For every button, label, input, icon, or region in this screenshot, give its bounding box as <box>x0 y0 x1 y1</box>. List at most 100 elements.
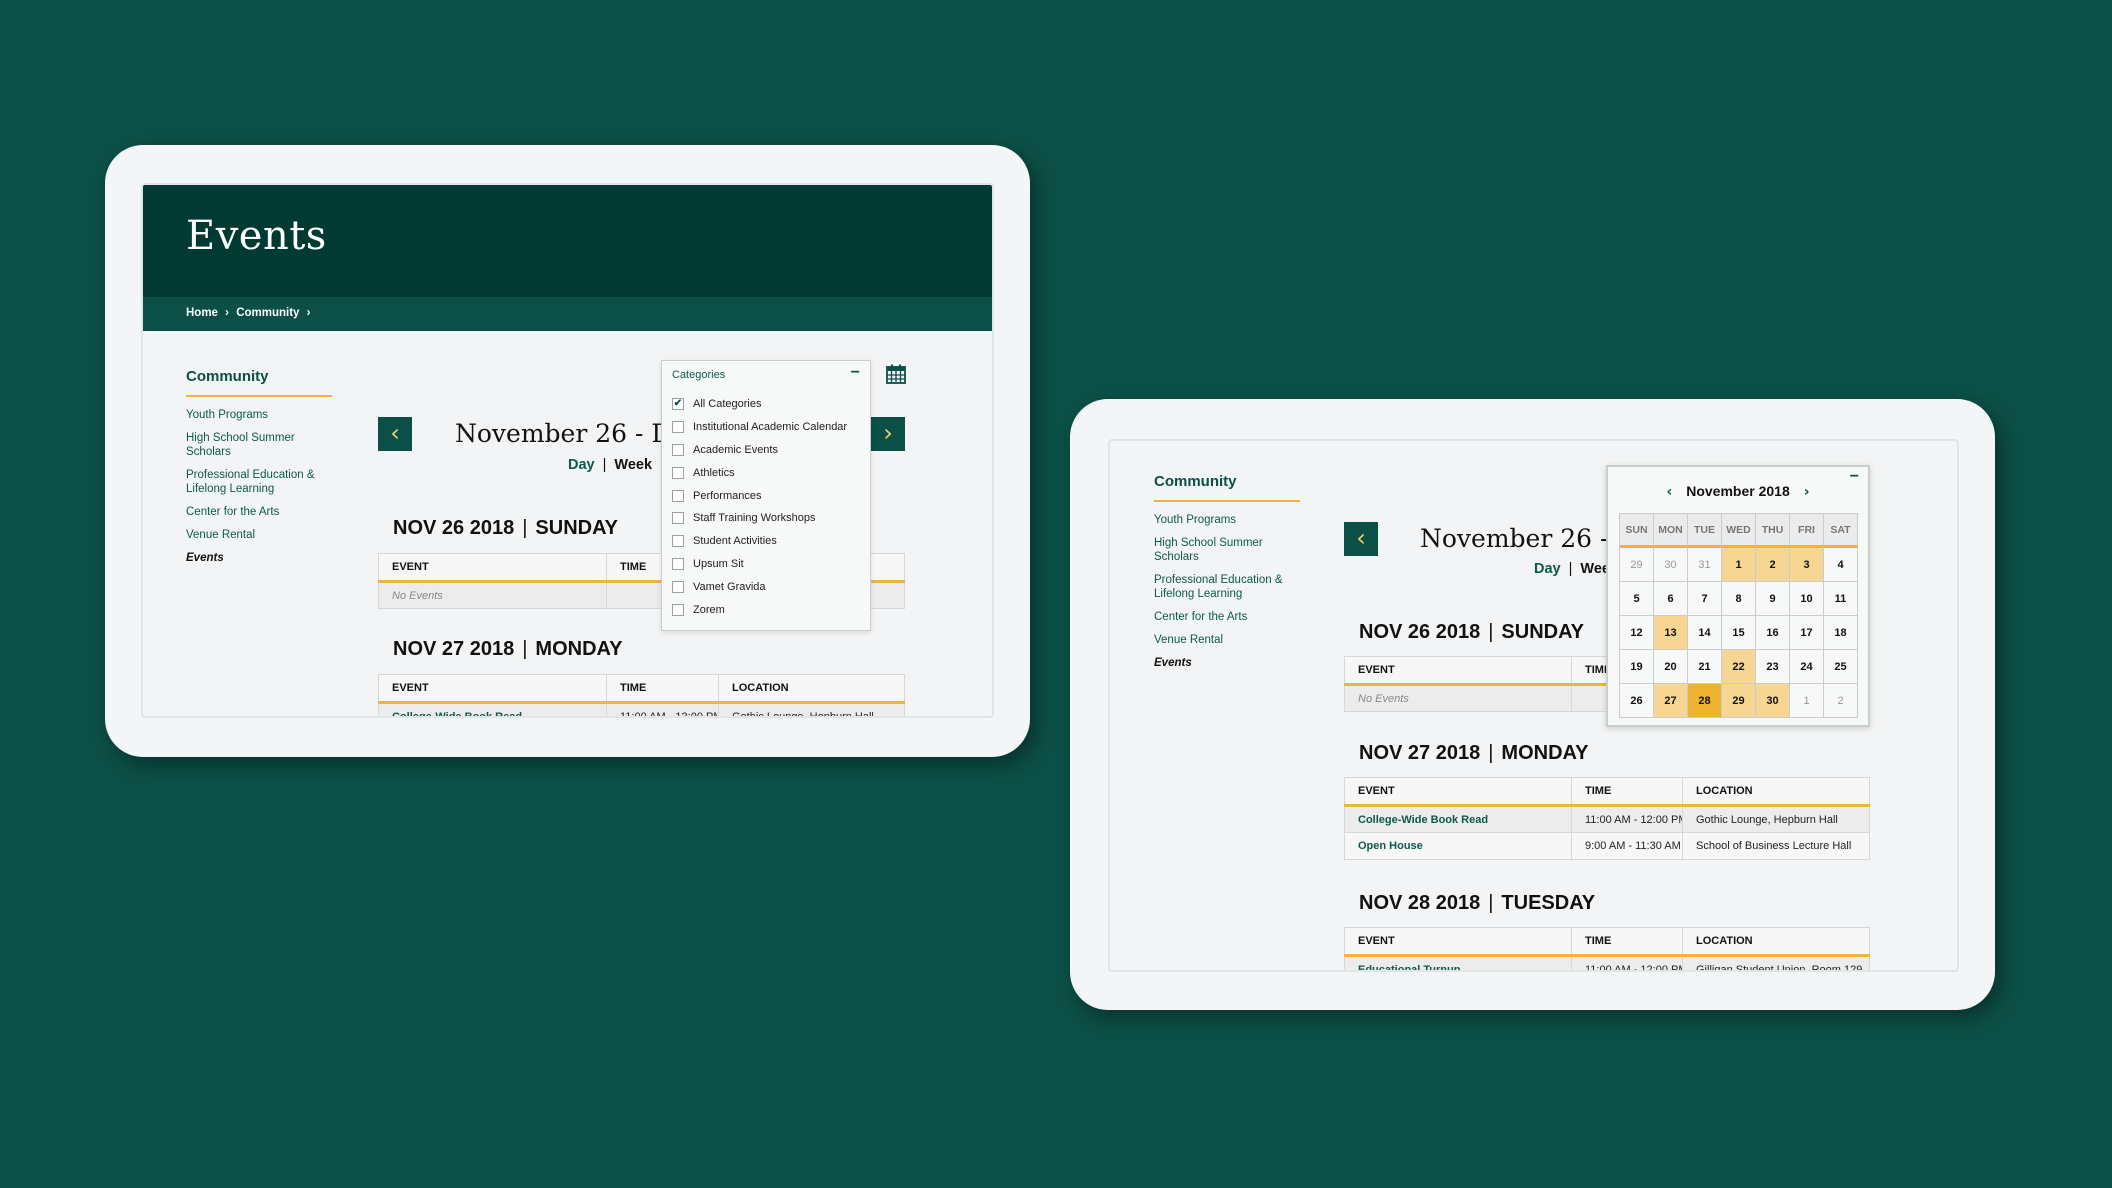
view-week-link[interactable]: Week <box>614 457 652 473</box>
calendar-day[interactable]: 6 <box>1654 582 1688 616</box>
event-link[interactable]: Open House <box>1344 832 1572 860</box>
calendar-day[interactable]: 20 <box>1654 650 1688 684</box>
sidebar-item-events[interactable]: Events <box>186 551 332 565</box>
calendar-day[interactable]: 23 <box>1756 650 1790 684</box>
calendar-day[interactable]: 10 <box>1790 582 1824 616</box>
view-day-link[interactable]: Day <box>1534 561 1561 577</box>
calendar-day[interactable]: 8 <box>1722 582 1756 616</box>
day-heading: NOV 28 2018 | TUESDAY <box>1359 892 1595 915</box>
calendar-day[interactable]: 14 <box>1688 616 1722 650</box>
next-month-icon[interactable]: › <box>1804 484 1810 500</box>
calendar-day[interactable]: 1 <box>1790 684 1824 718</box>
calendar-day[interactable]: 31 <box>1688 548 1722 582</box>
event-link[interactable]: College-Wide Book Read <box>378 702 607 716</box>
breadcrumb-community[interactable]: Community <box>236 307 299 319</box>
sidebar-heading[interactable]: Community <box>186 368 332 397</box>
calendar-day[interactable]: 26 <box>1620 684 1654 718</box>
sidebar-item-venue-rental[interactable]: Venue Rental <box>1154 633 1300 647</box>
category-option[interactable]: Institutional Academic Calendar <box>672 416 847 439</box>
category-option[interactable]: Zorem <box>672 598 847 621</box>
events-table: EVENT TIME LOCATION College-Wide Book Re… <box>378 674 905 716</box>
checkbox-icon[interactable] <box>672 466 684 479</box>
calendar-day-with-events[interactable]: 29 <box>1722 684 1756 718</box>
checkbox-icon[interactable] <box>672 512 684 525</box>
breadcrumb-home[interactable]: Home <box>186 307 218 319</box>
calendar-day[interactable]: 9 <box>1756 582 1790 616</box>
category-option[interactable]: Staff Training Workshops <box>672 507 847 530</box>
calendar-day[interactable]: 24 <box>1790 650 1824 684</box>
calendar-icon[interactable] <box>886 364 906 384</box>
sidebar-item-center-for-arts[interactable]: Center for the Arts <box>1154 610 1300 624</box>
checkbox-checked-icon[interactable]: ✔ <box>672 398 684 411</box>
day-weekday: SUNDAY <box>535 517 619 539</box>
calendar-day-with-events[interactable]: 3 <box>1790 548 1824 582</box>
sidebar-item-summer-scholars[interactable]: High School Summer Scholars <box>1154 536 1300 564</box>
category-label: Student Activities <box>693 535 777 548</box>
collapse-icon[interactable]: − <box>851 364 860 382</box>
event-link[interactable]: College-Wide Book Read <box>1344 805 1572 833</box>
column-event: EVENT <box>378 553 607 583</box>
calendar-day[interactable]: 30 <box>1654 548 1688 582</box>
calendar-day[interactable]: 15 <box>1722 616 1756 650</box>
column-location: LOCATION <box>718 674 905 704</box>
calendar-day[interactable]: 19 <box>1620 650 1654 684</box>
calendar-day[interactable]: 17 <box>1790 616 1824 650</box>
table-header-row: EVENT TIME LOCATION <box>1344 777 1870 807</box>
sidebar-heading[interactable]: Community <box>1154 473 1300 502</box>
category-option[interactable]: Student Activities <box>672 530 847 553</box>
category-option[interactable]: Academic Events <box>672 439 847 462</box>
checkbox-icon[interactable] <box>672 443 684 456</box>
calendar-day[interactable]: 16 <box>1756 616 1790 650</box>
calendar-day[interactable]: 5 <box>1620 582 1654 616</box>
sidebar-item-youth-programs[interactable]: Youth Programs <box>1154 513 1300 527</box>
checkbox-icon[interactable] <box>672 535 684 548</box>
calendar-day[interactable]: 4 <box>1824 548 1858 582</box>
calendar-day-with-events[interactable]: 30 <box>1756 684 1790 718</box>
calendar-day-with-events[interactable]: 2 <box>1756 548 1790 582</box>
sidebar-item-professional-education[interactable]: Professional Education & Lifelong Learni… <box>1154 573 1300 601</box>
category-option[interactable]: Performances <box>672 484 847 507</box>
time-cell: 11:00 AM - 12:00 PM <box>606 702 719 716</box>
calendar-day-with-events[interactable]: 27 <box>1654 684 1688 718</box>
category-option[interactable]: Upsum Sit <box>672 553 847 576</box>
checkbox-icon[interactable] <box>672 603 684 616</box>
checkbox-icon[interactable] <box>672 489 684 502</box>
calendar-day[interactable]: 25 <box>1824 650 1858 684</box>
sidebar-item-youth-programs[interactable]: Youth Programs <box>186 408 332 422</box>
calendar-day[interactable]: 29 <box>1620 548 1654 582</box>
time-cell: 9:00 AM - 11:30 AM <box>1571 832 1683 860</box>
weekday-header: TUE <box>1688 514 1722 548</box>
checkbox-icon[interactable] <box>672 557 684 570</box>
calendar-day[interactable]: 7 <box>1688 582 1722 616</box>
calendar-day-with-events[interactable]: 1 <box>1722 548 1756 582</box>
checkbox-icon[interactable] <box>672 580 684 593</box>
calendar-day[interactable]: 12 <box>1620 616 1654 650</box>
calendar-day-with-events[interactable]: 13 <box>1654 616 1688 650</box>
calendar-day-with-events[interactable]: 22 <box>1722 650 1756 684</box>
day-date: NOV 27 2018 <box>393 638 515 660</box>
column-event: EVENT <box>1344 656 1572 686</box>
prev-week-button[interactable]: ‹ <box>1344 522 1378 556</box>
next-week-button[interactable]: › <box>871 417 905 451</box>
calendar-day-selected[interactable]: 28 <box>1688 684 1722 718</box>
view-day-link[interactable]: Day <box>568 457 595 473</box>
sidebar-item-events[interactable]: Events <box>1154 656 1300 670</box>
sidebar-item-center-for-arts[interactable]: Center for the Arts <box>186 505 332 519</box>
calendar-day[interactable]: 2 <box>1824 684 1858 718</box>
column-event: EVENT <box>1344 927 1572 957</box>
category-option[interactable]: ✔ All Categories <box>672 393 847 416</box>
prev-month-icon[interactable]: ‹ <box>1666 484 1672 500</box>
sidebar-item-venue-rental[interactable]: Venue Rental <box>186 528 332 542</box>
category-option[interactable]: Athletics <box>672 461 847 484</box>
prev-week-button[interactable]: ‹ <box>378 417 412 451</box>
sidebar-item-summer-scholars[interactable]: High School Summer Scholars <box>186 431 332 459</box>
category-option[interactable]: Vamet Gravida <box>672 575 847 598</box>
calendar-day[interactable]: 21 <box>1688 650 1722 684</box>
event-link[interactable]: Educational Turnup <box>1344 955 1572 970</box>
checkbox-icon[interactable] <box>672 421 684 434</box>
column-time: TIME <box>1571 927 1683 957</box>
column-time: TIME <box>606 674 719 704</box>
calendar-day[interactable]: 11 <box>1824 582 1858 616</box>
sidebar-item-professional-education[interactable]: Professional Education & Lifelong Learni… <box>186 468 332 496</box>
calendar-day[interactable]: 18 <box>1824 616 1858 650</box>
